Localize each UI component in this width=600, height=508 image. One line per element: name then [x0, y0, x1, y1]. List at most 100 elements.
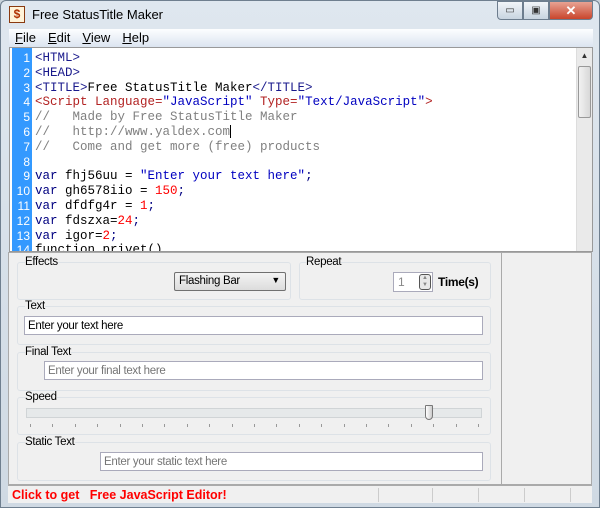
slider-tick — [276, 424, 278, 427]
speed-slider-track[interactable] — [26, 408, 482, 418]
repeat-unit: Time(s) — [438, 275, 479, 289]
editor-vertical-scrollbar[interactable]: ▲ — [576, 48, 592, 251]
slider-tick — [455, 424, 457, 427]
effects-selected: Flashing Bar — [179, 275, 240, 287]
minimize-button[interactable]: ▭ — [497, 1, 523, 20]
text-label: Text — [25, 300, 45, 312]
code-token: <Script Language= — [35, 95, 163, 110]
menu-edit[interactable]: Edit — [42, 29, 76, 47]
chevron-down-icon: ▼ — [271, 275, 280, 285]
code-token: var — [35, 213, 66, 228]
code-text: var fhj56uu = "Enter your text here"; — [35, 169, 313, 184]
menu-label: Edit — [47, 30, 71, 45]
scroll-up-arrow-icon[interactable]: ▲ — [577, 48, 592, 64]
code-token: ; — [147, 198, 156, 213]
menu-label: File — [15, 30, 36, 45]
slider-tick — [298, 424, 300, 427]
menu-label: Help — [122, 30, 150, 45]
panel-divider — [501, 253, 502, 486]
code-text: function privet() — [35, 243, 163, 252]
code-token: ; — [305, 169, 313, 184]
slider-tick — [388, 424, 390, 427]
code-token: 2 — [102, 228, 111, 243]
slider-tick — [410, 424, 412, 427]
code-token: ; — [177, 184, 186, 199]
code-token: var — [35, 184, 66, 199]
repeat-label: Repeat — [306, 256, 342, 268]
code-token: Free StatusTitle Maker — [87, 80, 253, 95]
menu-bar: File Edit View Help — [9, 29, 593, 47]
code-token: 1 — [140, 198, 148, 213]
scrollbar-thumb[interactable] — [578, 66, 591, 118]
code-text: // Come and get more (free) products — [35, 140, 320, 155]
code-token: > — [425, 95, 433, 110]
code-token: <HEAD> — [35, 65, 81, 80]
code-text: <HTML> — [35, 51, 80, 66]
menu-help[interactable]: Help — [116, 29, 155, 47]
code-text: <HEAD> — [35, 66, 80, 81]
code-text: var fdszxa=24; — [35, 214, 140, 229]
code-token: <HTML> — [35, 51, 81, 65]
slider-tick — [164, 424, 166, 427]
code-token: function privet() — [35, 243, 163, 252]
code-token: var — [35, 169, 66, 184]
line-number: 3 — [23, 80, 30, 95]
line-number: 7 — [23, 139, 30, 154]
slider-tick — [254, 424, 255, 427]
window-title: Free StatusTitle Maker — [32, 7, 164, 22]
line-number: 1 — [23, 51, 30, 65]
maximize-button[interactable]: ▣ — [523, 1, 549, 20]
final-text-input[interactable] — [44, 361, 483, 380]
close-button[interactable]: ✕ — [549, 1, 593, 20]
code-token: 24 — [117, 213, 133, 228]
free-editor-link[interactable]: Click to get Free JavaScript Editor! — [12, 488, 227, 502]
effects-dropdown[interactable]: Flashing Bar ▼ — [174, 272, 286, 291]
text-caret — [230, 125, 232, 139]
code-token: "JavaScript" — [162, 95, 253, 110]
slider-tick — [433, 424, 435, 427]
line-number: 2 — [23, 65, 30, 80]
menu-view[interactable]: View — [76, 29, 116, 47]
menu-file[interactable]: File — [9, 29, 42, 47]
line-number: 10 — [16, 184, 30, 199]
static-text-input[interactable] — [100, 452, 483, 471]
spin-up-down-icon[interactable]: ▲ ▼ — [419, 274, 431, 290]
title-bar[interactable]: $ Free StatusTitle Maker ▭ ▣ ✕ — [1, 1, 599, 29]
line-number: 9 — [23, 169, 30, 184]
slider-tick — [231, 424, 233, 427]
code-token: 150 — [155, 184, 178, 199]
line-number: 12 — [16, 213, 30, 228]
line-number: 6 — [23, 124, 30, 139]
status-divider — [432, 488, 433, 502]
code-token: // http://www.yaldex.com — [35, 124, 231, 139]
slider-tick — [142, 424, 143, 427]
code-text: // http://www.yaldex.com — [35, 124, 232, 140]
code-token: fdszxa= — [65, 213, 118, 228]
code-token: ; — [110, 228, 118, 243]
code-token: igor= — [65, 228, 103, 243]
code-editor[interactable]: 1 <HTML> 2 <HEAD> 3 <TITLE>Free StatusTitle M… — [9, 47, 593, 252]
code-text: <Script Language="JavaScript" Type="Text… — [35, 95, 433, 110]
slider-tick — [97, 424, 99, 427]
status-divider — [478, 488, 479, 502]
effects-label: Effects — [25, 256, 58, 268]
status-divider — [570, 488, 571, 502]
slider-tick — [343, 424, 345, 427]
code-text: // Made by Free StatusTitle Maker — [35, 110, 298, 125]
slider-tick — [52, 424, 54, 427]
code-token: "Text/JavaScript" — [297, 95, 426, 110]
repeat-stepper[interactable]: 1 ▲ ▼ — [393, 272, 433, 292]
code-token: Type= — [252, 95, 298, 110]
slider-tick — [209, 424, 211, 427]
line-number: 5 — [23, 110, 30, 125]
code-token: <TITLE> — [35, 80, 88, 95]
code-text: var gh6578iio = 150; — [35, 184, 185, 199]
code-token: var — [35, 198, 66, 213]
repeat-value: 1 — [398, 275, 405, 289]
slider-tick — [119, 424, 121, 427]
line-number: 11 — [17, 198, 30, 213]
speed-slider-thumb[interactable] — [424, 405, 433, 420]
code-token: gh6578iio = — [65, 184, 156, 199]
code-text: var igor=2; — [35, 229, 118, 244]
text-input[interactable] — [24, 316, 483, 335]
